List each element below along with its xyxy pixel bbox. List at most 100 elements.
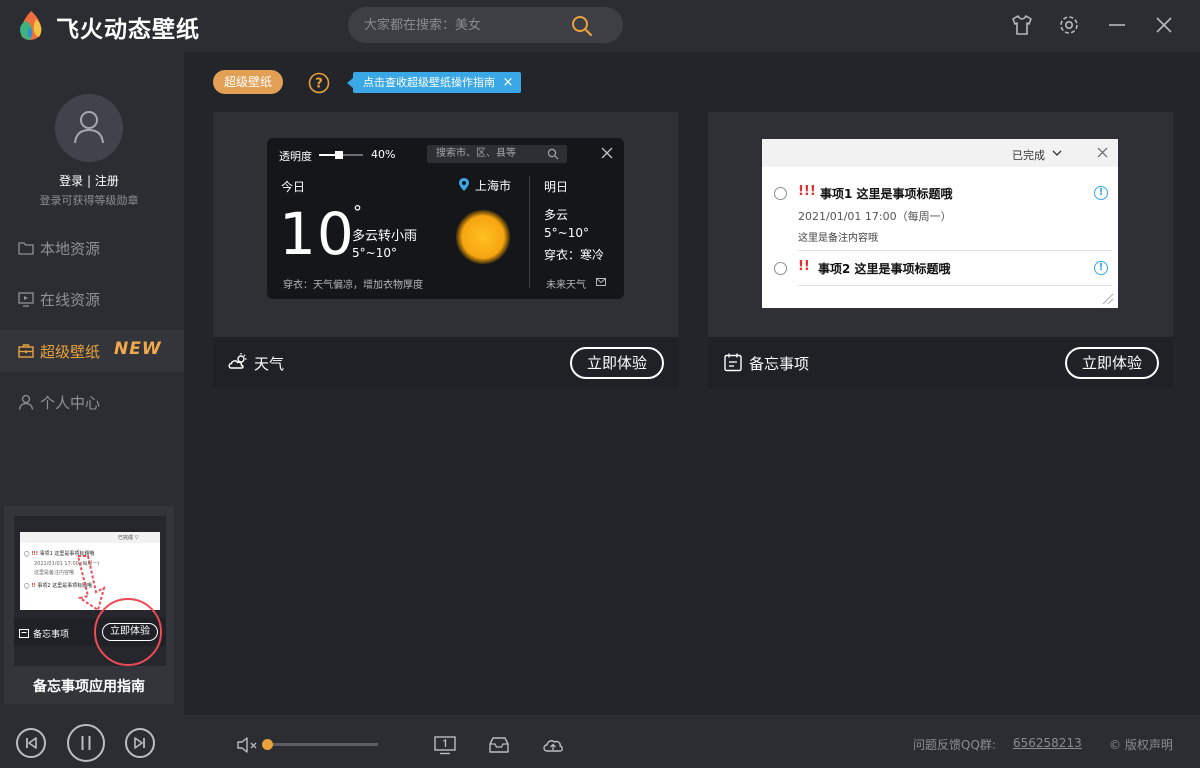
weather-card: 透明度 40% 搜索市、区、县等 今日 10 ° 多云转小雨 5°~10° 上海… <box>213 112 678 389</box>
sidebar-item-local[interactable]: 本地资源 <box>0 227 184 269</box>
briefcase-icon <box>18 344 34 358</box>
app-logo-icon <box>20 11 42 40</box>
feedback-label: 问题反馈QQ群: <box>913 738 996 752</box>
memo-item-title: 事项1 这里是事项标题哦 <box>820 187 953 201</box>
title-bar: 飞火动态壁纸 <box>0 0 1200 52</box>
app-title: 飞火动态壁纸 <box>56 17 200 43</box>
sidebar-item-label: 个人中心 <box>40 394 101 412</box>
volume-mute-icon[interactable] <box>236 735 260 755</box>
sidebar-item-super-wallpaper[interactable]: 超级壁纸 NEW <box>0 330 184 372</box>
today-label: 今日 <box>281 180 306 194</box>
location-pin-icon <box>459 178 469 191</box>
copyright-link[interactable]: © 版权声明 <box>1109 736 1173 753</box>
weather-condition: 多云转小雨 <box>352 229 418 244</box>
pause-icon <box>81 736 91 750</box>
memo-item-date: 2021/01/01 17:00（每周一） <box>798 210 952 223</box>
chevron-down-icon <box>1052 150 1062 156</box>
cloud-sun-icon <box>228 353 247 369</box>
login-register-link[interactable]: 登录 | 注册 <box>0 172 178 189</box>
memo-card-label: 备忘事项 <box>749 355 810 373</box>
weather-try-button[interactable]: 立即体验 <box>570 347 664 379</box>
user-avatar-icon <box>74 111 104 144</box>
memo-card: 已完成 !!! 事项1 这里是事项标题哦 2021/01/01 17:00（每周… <box>708 112 1173 389</box>
sidebar-item-label: 本地资源 <box>40 240 101 258</box>
help-question-icon[interactable]: ? <box>308 72 330 94</box>
memo-try-button[interactable]: 立即体验 <box>1065 347 1159 379</box>
info-icon: ! <box>1094 261 1108 275</box>
opacity-value: 40% <box>371 148 396 161</box>
guide-title[interactable]: 备忘事项应用指南 <box>4 676 174 696</box>
skip-previous-icon <box>26 737 37 749</box>
super-wallpaper-tag[interactable]: 超级壁纸 <box>213 70 284 94</box>
player-bar: 问题反馈QQ群: 656258213 © 版权声明 <box>0 715 1200 768</box>
temperature-range: 5°~10° <box>352 246 397 260</box>
qq-group-link[interactable]: 656258213 <box>1013 736 1082 750</box>
resize-grip-icon <box>1102 293 1114 305</box>
tip-close-icon[interactable]: × <box>501 72 515 93</box>
guide-tip[interactable]: 点击查收超级壁纸操作指南 × <box>347 72 521 93</box>
skip-next-icon <box>134 737 145 749</box>
weather-card-footer: 天气 立即体验 <box>213 337 678 389</box>
info-icon: ! <box>1094 186 1108 200</box>
sun-icon <box>456 210 510 264</box>
cloud-upload-icon[interactable] <box>541 734 565 756</box>
memo-widget-preview: 已完成 !!! 事项1 这里是事项标题哦 2021/01/01 17:00（每周… <box>762 139 1118 308</box>
login-hint: 登录可获得等级勋章 <box>39 194 139 207</box>
sidebar-item-label: 在线资源 <box>40 291 101 309</box>
tomorrow-range: 5°~10° <box>544 226 589 240</box>
degree-symbol: ° <box>353 202 362 223</box>
new-badge: NEW <box>114 339 162 359</box>
memo-item-title: 事项2 这里是事项标题哦 <box>818 262 951 276</box>
expand-icon <box>596 278 606 286</box>
minimize-icon[interactable] <box>1104 12 1130 38</box>
pause-button[interactable] <box>67 724 105 762</box>
completed-filter: 已完成 <box>1012 149 1045 162</box>
mini-card-label: 备忘事项 <box>33 630 70 640</box>
city-name: 上海市 <box>475 179 512 193</box>
sidebar-item-label: 超级壁纸 <box>40 343 101 361</box>
search-box[interactable] <box>348 7 623 43</box>
avatar[interactable] <box>55 94 123 162</box>
memo-guide-panel[interactable]: 已完成 ▽ ◯ !!! 事项1 这里是事项标题哦 2021/01/01 17:0… <box>4 506 174 704</box>
weather-card-label: 天气 <box>254 355 285 373</box>
close-icon <box>1097 147 1108 158</box>
sidebar-item-online[interactable]: 在线资源 <box>0 278 184 320</box>
desktop-wallpaper-icon[interactable] <box>433 734 457 756</box>
temperature: 10 <box>279 200 355 268</box>
memo-checkbox <box>774 262 787 275</box>
tomorrow-dress: 穿衣：寒冷 <box>544 248 605 262</box>
memo-card-footer: 备忘事项 立即体验 <box>708 337 1173 389</box>
volume-slider[interactable] <box>264 743 378 746</box>
dress-advice: 穿衣：天气偏凉，增加衣物厚度 <box>283 280 423 291</box>
svg-text:?: ? <box>315 77 323 92</box>
memo-item-note: 这里是备注内容哦 <box>798 233 878 244</box>
tomorrow-condition: 多云 <box>544 208 569 222</box>
future-weather-label: 未来天气 <box>546 280 586 291</box>
person-icon <box>18 394 34 410</box>
search-icon <box>547 148 559 160</box>
folder-icon <box>18 242 34 255</box>
settings-gear-icon[interactable] <box>1056 12 1082 38</box>
volume-slider-thumb[interactable] <box>262 739 273 750</box>
search-icon[interactable] <box>570 14 594 38</box>
highlight-ring <box>94 598 162 666</box>
memo-checkbox <box>774 187 787 200</box>
calendar-icon <box>19 629 29 638</box>
inbox-icon[interactable] <box>487 734 511 756</box>
search-input[interactable] <box>364 16 574 34</box>
mini-note: 这里是备注内容哦 <box>34 570 75 576</box>
guide-tip-text: 点击查收超级壁纸操作指南 <box>363 76 495 89</box>
priority-mark: !!! <box>798 184 816 199</box>
mini-done-label: 已完成 ▽ <box>118 535 139 541</box>
close-icon[interactable] <box>1151 12 1177 38</box>
next-button[interactable] <box>125 728 155 758</box>
city-search: 搜索市、区、县等 <box>427 145 567 163</box>
sidebar: 登录 | 注册 登录可获得等级勋章 本地资源 在线资源 超级壁纸 NEW 个人中… <box>0 52 184 715</box>
previous-button[interactable] <box>16 728 46 758</box>
sidebar-item-personal[interactable]: 个人中心 <box>0 381 184 423</box>
skin-shirt-icon[interactable] <box>1009 12 1035 38</box>
calendar-icon <box>724 353 742 372</box>
guide-thumbnail: 已完成 ▽ ◯ !!! 事项1 这里是事项标题哦 2021/01/01 17:0… <box>14 516 166 666</box>
priority-mark: !! <box>798 259 810 274</box>
opacity-slider-thumb <box>335 151 343 159</box>
